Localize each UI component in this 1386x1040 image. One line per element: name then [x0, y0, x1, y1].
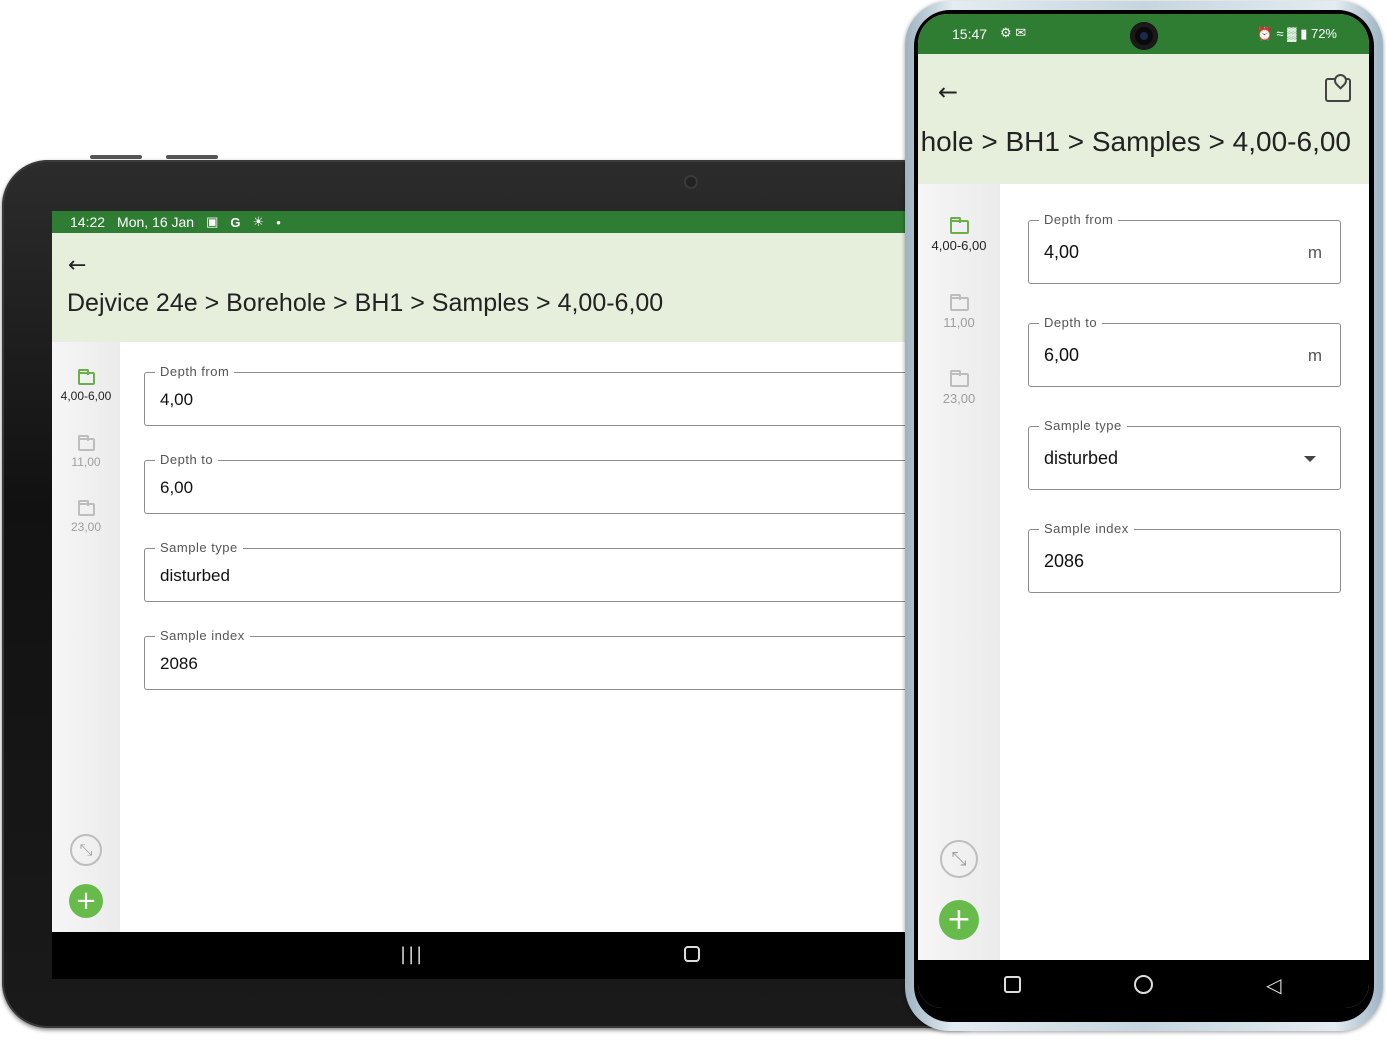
status-time: 14:22: [70, 214, 106, 230]
sample-type-select[interactable]: Sample type disturbed: [1028, 418, 1341, 490]
sidebar-item-label: 23,00: [70, 520, 102, 534]
plus-icon: +: [946, 902, 972, 937]
sidebar-item-sample-2[interactable]: 11,00: [52, 435, 120, 469]
expand-button[interactable]: ⤡: [940, 840, 978, 878]
signal-icon: ▓: [1287, 26, 1297, 41]
field-value: 4,00: [1044, 242, 1080, 262]
sidebar-item-sample-3[interactable]: 23,00: [918, 370, 1000, 406]
folder-icon: [77, 500, 95, 516]
breadcrumb: hole > BH1 > Samples > 4,00-6,00: [920, 126, 1351, 157]
phone-form: Depth from 4,00 m Depth to 6,00 m Sample…: [1000, 184, 1369, 960]
sidebar-item-label: 23,00: [942, 391, 976, 406]
add-sample-button[interactable]: +: [69, 884, 103, 918]
field-value: 2086: [1044, 551, 1085, 571]
recents-icon[interactable]: [1004, 976, 1021, 993]
breadcrumb: Dejvice 24e > Borehole > BH1 > Samples >…: [67, 289, 664, 317]
field-label: Depth to: [155, 452, 219, 467]
field-label: Sample type: [155, 540, 243, 555]
back-triangle-icon[interactable]: ◁: [1266, 973, 1281, 997]
field-label: Sample type: [1039, 418, 1127, 433]
stage: 14:22 Mon, 16 Jan ▣ G ☀ • ← Dejvice 24e …: [0, 0, 1386, 1040]
tablet-volume-button: [90, 155, 142, 159]
field-value: 6,00: [160, 478, 194, 497]
sidebar-item-sample-1[interactable]: 4,00-6,00: [918, 217, 1000, 253]
dot-icon: •: [276, 214, 281, 230]
back-arrow-icon[interactable]: ←: [938, 78, 958, 106]
wifi-icon: ≈: [1276, 26, 1284, 41]
add-sample-button[interactable]: +: [939, 900, 979, 940]
brightness-icon: ☀: [252, 214, 265, 229]
tablet-status-bar: 14:22 Mon, 16 Jan ▣ G ☀ •: [52, 211, 922, 233]
field-label: Sample index: [155, 628, 250, 643]
map-pin-icon[interactable]: [1325, 78, 1351, 102]
sidebar-item-sample-3[interactable]: 23,00: [52, 500, 120, 534]
field-label: Sample index: [1039, 521, 1134, 536]
phone-sidebar: 4,00-6,00 11,00 23,00 ⤡ +: [918, 184, 1000, 960]
dropdown-arrow-icon[interactable]: [1304, 456, 1316, 462]
alarm-icon: ⏰: [1256, 26, 1273, 41]
expand-icon: ⤡: [79, 840, 93, 859]
folder-icon: [949, 217, 969, 234]
sample-index-field[interactable]: Sample index 2086: [144, 628, 922, 690]
depth-to-field[interactable]: Depth to 6,00: [144, 452, 922, 514]
field-label: Depth to: [1039, 315, 1103, 330]
plus-icon: +: [75, 886, 97, 916]
field-label: Depth from: [155, 364, 235, 379]
back-arrow-icon[interactable]: ←: [68, 253, 86, 278]
expand-button[interactable]: ⤡: [70, 834, 102, 866]
sidebar-item-label: 11,00: [943, 315, 975, 330]
tablet-app-bar: ← Dejvice 24e > Borehole > BH1 > Samples…: [52, 233, 922, 342]
recents-icon[interactable]: |||: [400, 944, 424, 965]
expand-icon: ⤡: [951, 848, 967, 870]
depth-from-field[interactable]: Depth from 4,00: [144, 364, 922, 426]
folder-icon: [949, 294, 969, 311]
depth-from-field[interactable]: Depth from 4,00 m: [1028, 212, 1341, 284]
tablet-nav-bar: |||: [52, 932, 922, 979]
tablet-power-button: [166, 155, 218, 159]
google-icon: G: [230, 214, 241, 230]
sidebar-item-sample-1[interactable]: 4,00-6,00: [52, 369, 120, 403]
depth-to-field[interactable]: Depth to 6,00 m: [1028, 315, 1341, 387]
status-right: ⏰ ≈ ▓ ▮ 72%: [1257, 26, 1338, 42]
folder-icon: [77, 369, 95, 385]
unit-label: m: [1307, 346, 1322, 365]
sidebar-item-label: 4,00-6,00: [60, 389, 112, 403]
phone-screen: 15:47 ⚙ ✉ ⏰ ≈ ▓ ▮ 72% ← hole > BH1 > Sam…: [918, 14, 1369, 1008]
tablet-sidebar: 4,00-6,00 11,00 23,00 ⤡ +: [52, 342, 120, 932]
field-value: 2086: [160, 654, 198, 673]
notification-icons: ⚙ ✉: [1000, 25, 1027, 40]
unit-label: m: [1307, 243, 1322, 262]
battery-percent: 72%: [1310, 26, 1337, 41]
field-label: Depth from: [1039, 212, 1119, 227]
tablet-screen: 14:22 Mon, 16 Jan ▣ G ☀ • ← Dejvice 24e …: [52, 211, 922, 979]
sample-index-field[interactable]: Sample index 2086: [1028, 521, 1341, 593]
phone-camera: [1130, 22, 1158, 50]
folder-icon: [77, 435, 95, 451]
field-value: disturbed: [1044, 448, 1119, 468]
tablet-form: Depth from 4,00 Depth to 6,00 Sample typ…: [120, 342, 922, 932]
field-value: 6,00: [1044, 345, 1080, 365]
field-value: disturbed: [160, 566, 230, 585]
status-time: 15:47: [952, 26, 988, 42]
phone-app-bar: ← hole > BH1 > Samples > 4,00-6,00: [918, 54, 1369, 184]
folder-icon: [949, 370, 969, 387]
home-icon[interactable]: [684, 946, 700, 962]
phone-nav-bar: ◁: [918, 960, 1369, 1008]
tablet-camera: [684, 175, 698, 189]
battery-icon: ▮: [1300, 26, 1308, 41]
sidebar-item-label: 11,00: [71, 455, 101, 469]
field-value: 4,00: [160, 390, 194, 409]
home-icon[interactable]: [1134, 975, 1153, 994]
sample-type-field[interactable]: Sample type disturbed: [144, 540, 922, 602]
sidebar-item-sample-2[interactable]: 11,00: [918, 294, 1000, 330]
status-date: Mon, 16 Jan: [117, 214, 195, 230]
sidebar-item-label: 4,00-6,00: [931, 238, 987, 253]
image-icon: ▣: [206, 214, 219, 229]
